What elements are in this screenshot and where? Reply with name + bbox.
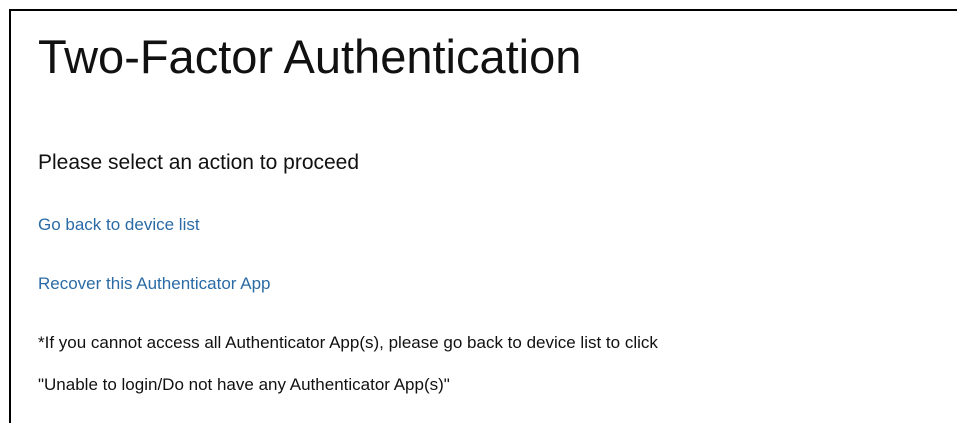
page-title: Two-Factor Authentication [38, 30, 582, 83]
two-factor-panel: Two-Factor Authentication Please select … [9, 9, 957, 423]
help-note-line-2: "Unable to login/Do not have any Authent… [38, 375, 450, 394]
page: Two-Factor Authentication Please select … [0, 0, 957, 423]
recover-authenticator-app-link[interactable]: Recover this Authenticator App [38, 273, 270, 295]
go-back-to-device-list-link[interactable]: Go back to device list [38, 214, 200, 236]
help-note-line-1: *If you cannot access all Authenticator … [38, 333, 658, 352]
page-subtitle: Please select an action to proceed [38, 151, 360, 174]
